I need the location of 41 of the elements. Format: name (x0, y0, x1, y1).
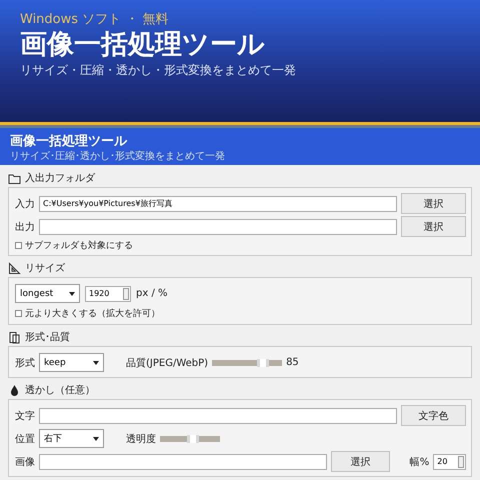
drop-icon (8, 384, 21, 396)
banner-subtitle: リサイズ・圧縮・透かし・形式変換をまとめて一発 (20, 62, 297, 78)
ruler-triangle-icon (8, 262, 21, 274)
input-field[interactable] (39, 454, 328, 470)
field-label: 文字 (15, 410, 35, 422)
document-icon (8, 330, 21, 344)
spin-box[interactable]: 1920 (85, 286, 131, 302)
slider-value: 85 (286, 357, 299, 368)
select-button[interactable]: 文字色 (401, 405, 466, 426)
section-title: 透かし（任意） (25, 384, 95, 397)
spin-box[interactable]: 20 (433, 454, 466, 470)
field-label: 入力 (15, 198, 35, 210)
input-field[interactable] (39, 408, 397, 424)
tagline: Windows ソフト ・ 無料 (20, 12, 170, 28)
checkbox[interactable]: 元より大きくする（拡大を許可） (15, 306, 160, 320)
field-label: 画像 (15, 456, 35, 468)
checkbox[interactable]: サブフォルダも対象にする (15, 239, 133, 252)
field-label: 品質(JPEG/WebP) (126, 356, 208, 370)
select-button[interactable]: 選択 (401, 193, 466, 214)
app-title: 画像一括処理ツール (10, 133, 128, 150)
slider-thumb[interactable] (187, 434, 199, 442)
field-label: 形式 (15, 356, 35, 370)
select-button[interactable]: 選択 (401, 216, 466, 237)
select-button[interactable]: 選択 (331, 451, 390, 472)
field-label: 位置 (15, 432, 35, 446)
slider-thumb[interactable] (257, 358, 270, 366)
section-title: 形式･品質 (25, 330, 70, 344)
dropdown[interactable]: longest (15, 284, 80, 303)
field-label: 透明度 (126, 432, 156, 446)
field-label: 幅% (410, 456, 430, 468)
section-title: 入出力フォルダ (25, 172, 95, 185)
section-title: リサイズ (25, 262, 65, 275)
folder-icon (8, 172, 21, 184)
dropdown[interactable]: keep (39, 353, 104, 372)
dropdown[interactable]: 右下 (39, 429, 104, 448)
field-label: 出力 (15, 220, 35, 234)
app-subtitle: リサイズ･圧縮･透かし･形式変換をまとめて一発 (10, 150, 226, 164)
input-field[interactable]: C:¥Users¥you¥Pictures¥旅行写真 (39, 196, 397, 212)
input-field[interactable] (39, 218, 397, 234)
unit-label: px / % (136, 288, 168, 299)
banner-title: 画像一括処理ツール (20, 28, 266, 62)
